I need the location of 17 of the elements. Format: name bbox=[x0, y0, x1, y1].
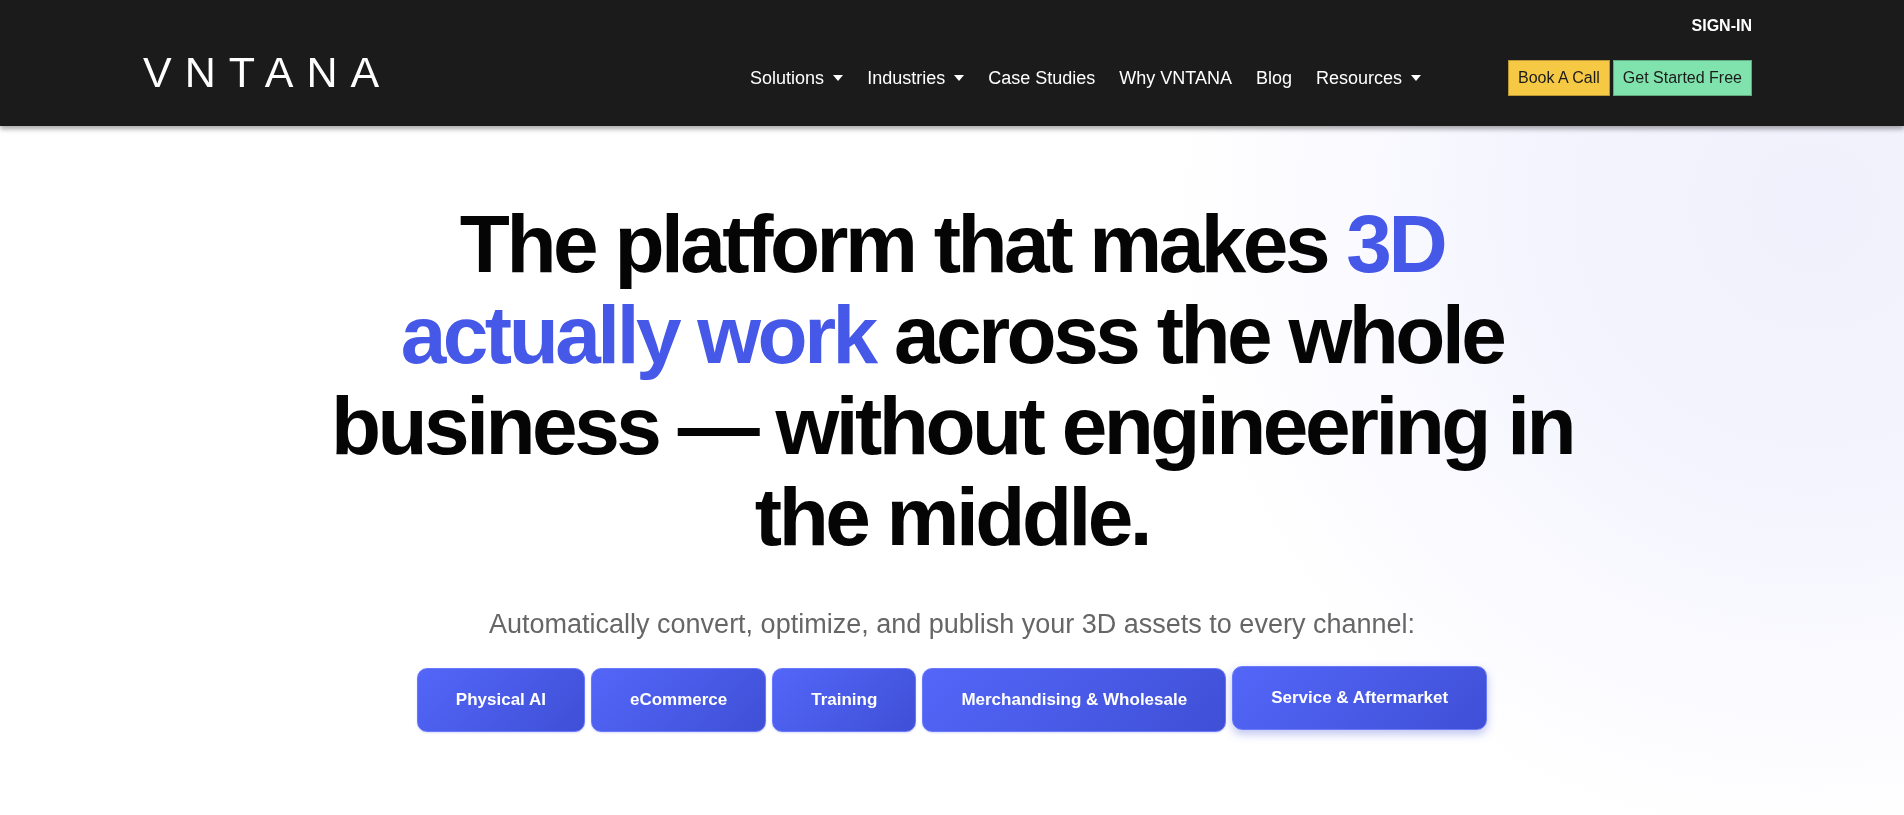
channel-button[interactable]: Training bbox=[772, 668, 917, 732]
hero-subtitle: Automatically convert, optimize, and publish your 3D assets to every channel: bbox=[489, 608, 1415, 640]
nav-link[interactable]: Solutions bbox=[750, 67, 844, 89]
nav-link[interactable]: Case Studies bbox=[988, 67, 1096, 89]
logo[interactable]: VNTANA bbox=[143, 50, 393, 94]
channel-button[interactable]: Physical AI bbox=[416, 668, 585, 732]
channel-button[interactable]: Service & Aftermarket bbox=[1232, 666, 1488, 730]
nav-link[interactable]: Industries bbox=[867, 67, 965, 89]
sign-in-link[interactable]: SIGN-IN bbox=[1691, 14, 1752, 38]
channel-button[interactable]: Merchandising & Wholesale bbox=[922, 668, 1227, 732]
cta-button[interactable]: Book A Call bbox=[1508, 60, 1610, 96]
cta-button[interactable]: Get Started Free bbox=[1612, 60, 1752, 96]
hero-heading: The platform that makes 3D actually work across the whole business — without engineering in the middle. bbox=[329, 198, 1575, 562]
nav-link[interactable]: Blog bbox=[1255, 67, 1292, 89]
nav-link[interactable]: Why VNTANA bbox=[1119, 67, 1232, 89]
nav-link[interactable]: Resources bbox=[1315, 67, 1421, 89]
channel-button[interactable]: eCommerce bbox=[590, 668, 767, 732]
